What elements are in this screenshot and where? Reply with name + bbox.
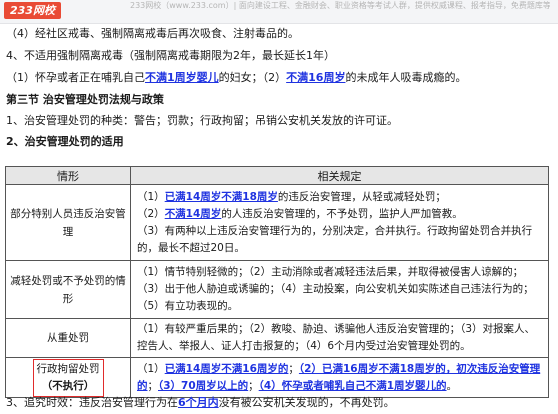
text-line-3-part: 的未成年人吸毒成瘾的。	[345, 71, 467, 84]
subsection-heading: 2、治安管理处罚的适用	[6, 135, 124, 148]
table-header-situation: 情形	[5, 166, 131, 185]
table-header-row: 情形 相关规定	[5, 166, 549, 185]
text-line-3: （1）怀孕或者正在哺乳自己不满1周岁婴儿的妇女；（2）不满16周岁的未成年人吸毒…	[6, 70, 466, 86]
text-line-1: （4）经社区戒毒、强制隔离戒毒后再次吸食、注射毒品的。	[6, 27, 299, 40]
site-logo: 233网校	[4, 2, 61, 19]
highlight-text: （3）70周岁以上的	[158, 379, 249, 392]
rule-item: （3）出于他人胁迫或诱骗的；（4）主动投案，向公安机关如实陈述自己违法行为的；	[137, 283, 534, 295]
red-boxed-label: 行政拘留处罚 （不执行）	[32, 358, 104, 397]
rule-item: （2）不满14周岁的人违反治安管理的，不予处罚，监护人严加管教。	[137, 207, 463, 220]
footer-line: 3、追究时效：违反治安管理行为在6个月内没有被公安机关发现的，不再处罚。	[6, 396, 395, 409]
highlight-text: （4）怀孕或者哺乳自己不满1周岁婴儿的	[258, 379, 447, 392]
row-label: 部分特别人员违反治安管理	[5, 184, 131, 261]
highlight-text: 不满1周岁婴儿	[145, 71, 219, 84]
table-header-rules: 相关规定	[130, 166, 549, 185]
highlight-text: 已满14周岁不满18周岁	[164, 190, 278, 203]
row-label: 减轻处罚或不予处罚的情形	[5, 260, 131, 319]
row-label: 从重处罚	[5, 318, 131, 358]
row-label: 行政拘留处罚 （不执行）	[5, 357, 131, 398]
row-content: （1）有较严重后果的；（2）教唆、胁迫、诱骗他人违反治安管理的；（3）对报案人、…	[130, 318, 549, 358]
table-row: 从重处罚 （1）有较严重后果的；（2）教唆、胁迫、诱骗他人违反治安管理的；（3）…	[5, 318, 549, 358]
row-content: （1）已满14周岁不满16周岁的；（2）已满16周岁不满18周岁的，初次违反治安…	[130, 357, 549, 398]
highlight-text: 6个月内	[178, 396, 219, 409]
text-line-2: 4、不适用强制隔离戒毒（强制隔离戒毒期限为2年，最长延长1年）	[6, 49, 335, 62]
penalty-table: 情形 相关规定 部分特别人员违反治安管理 （1）已满14周岁不满18周岁的违反治…	[5, 166, 549, 398]
section-heading: 第三节 治安管理处罚法规与政策	[6, 93, 164, 106]
table-row: 部分特别人员违反治安管理 （1）已满14周岁不满18周岁的违反治安管理，从轻或减…	[5, 184, 549, 261]
row-content: （1）已满14周岁不满18周岁的违反治安管理，从轻或减轻处罚； （2）不满14周…	[130, 184, 549, 261]
table-row: 行政拘留处罚 （不执行） （1）已满14周岁不满16周岁的；（2）已满16周岁不满…	[5, 357, 549, 398]
rule-item: （5）有立功表现的。	[137, 300, 239, 312]
text-line-3-part: （1）怀孕或者正在哺乳自己	[6, 71, 145, 84]
text-line-3-part: 的妇女；（2）	[218, 71, 287, 84]
rule-item: （3）有两种以上违反治安管理行为的，分别决定，合并执行。行政拘留处罚合并执行的，…	[137, 224, 533, 254]
text-line-5: 1、治安管理处罚的种类：警告；罚款；行政拘留；吊销公安机关发放的许可证。	[6, 114, 398, 127]
table-row: 减轻处罚或不予处罚的情形 （1）情节特别轻微的；（2）主动消除或者减轻违法后果，…	[5, 260, 549, 319]
highlight-text: 不满16周岁	[286, 71, 346, 84]
highlight-text: 不满14周岁	[164, 207, 222, 220]
row-content: （1）情节特别轻微的；（2）主动消除或者减轻违法后果，并取得被侵害人谅解的； （…	[130, 260, 549, 319]
rule-item: （1）已满14周岁不满18周岁的违反治安管理，从轻或减轻处罚；	[137, 190, 446, 203]
banner-text: 233网校（www.233.com）| 面向建设工程、金融财会、职业资格等考试人…	[130, 1, 550, 10]
highlight-text: 已满14周岁不满16周岁的	[164, 362, 289, 375]
top-banner: 233网校 233网校（www.233.com）| 面向建设工程、金融财会、职业…	[0, 0, 558, 24]
rule-item: （1）情节特别轻微的；（2）主动消除或者减轻违法后果，并取得被侵害人谅解的；	[137, 266, 524, 278]
